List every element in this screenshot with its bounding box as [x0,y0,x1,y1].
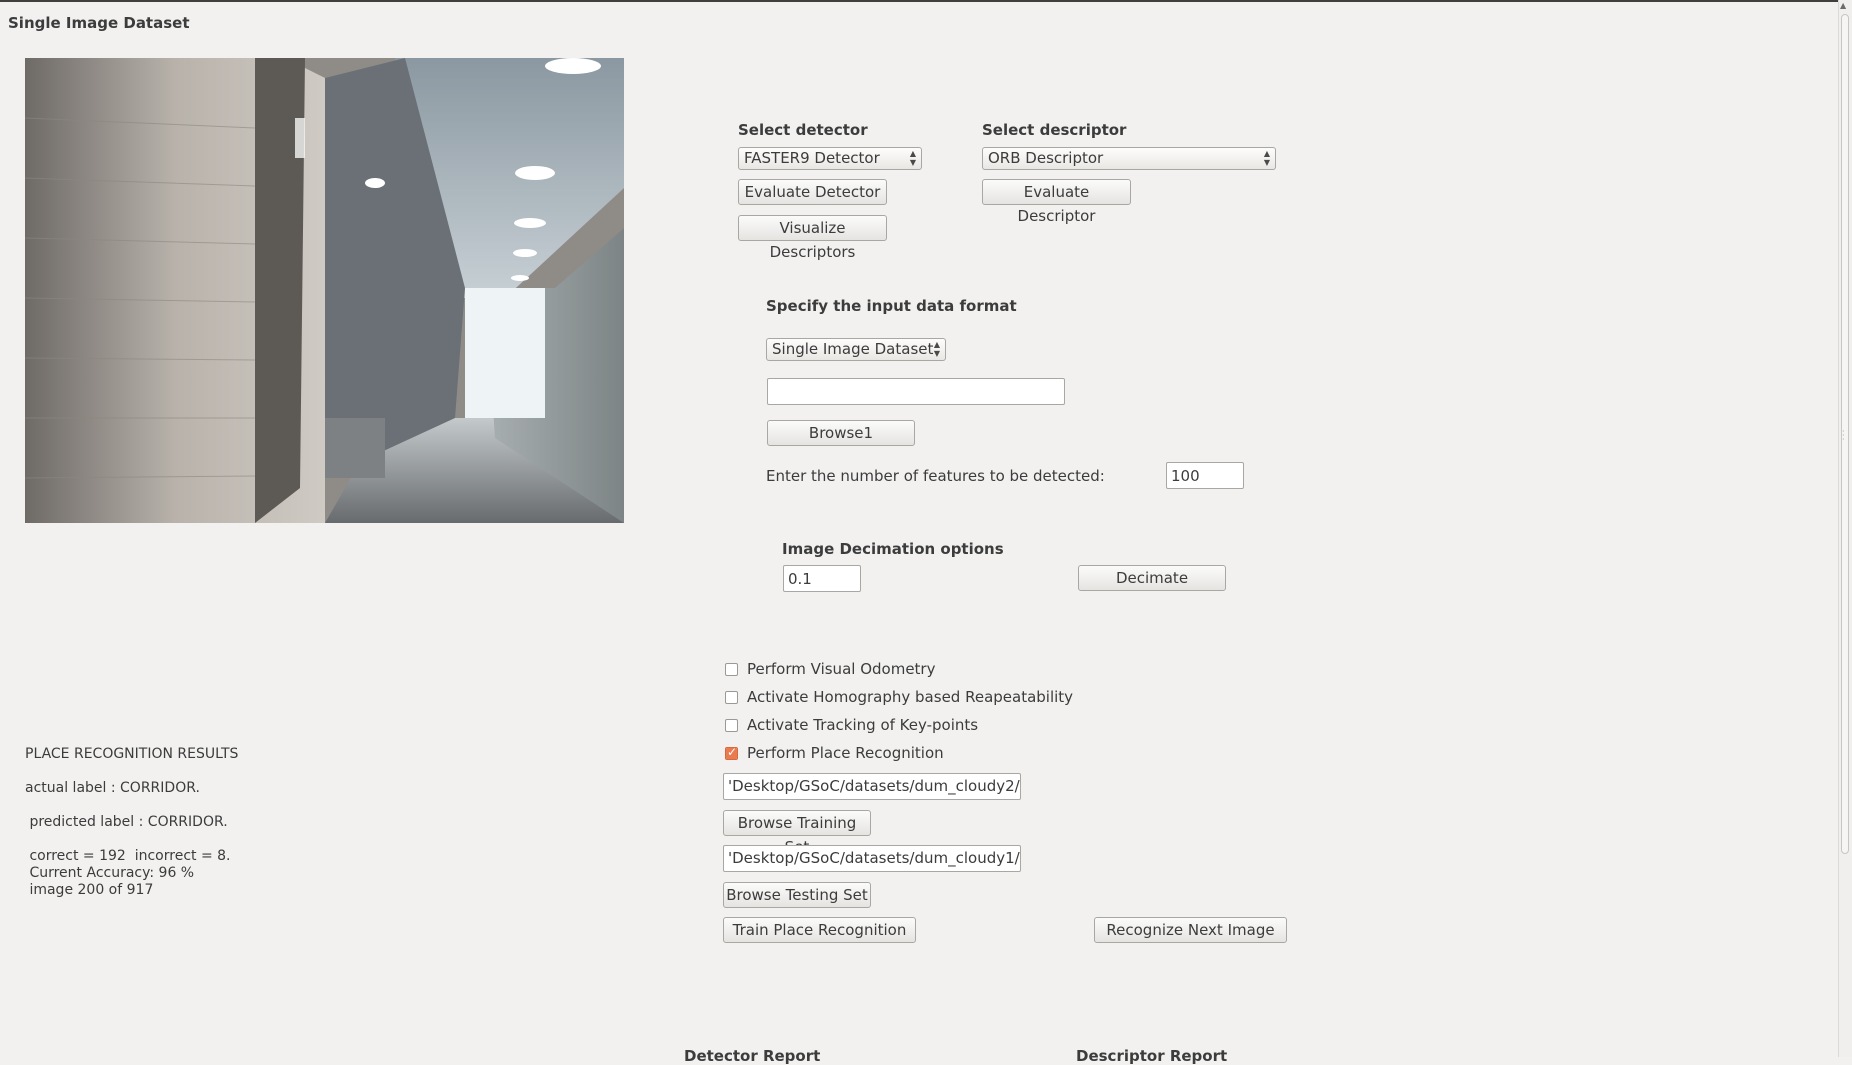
descriptor-heading: Select descriptor [982,121,1127,139]
browse-training-button[interactable]: Browse Training Set [723,810,871,856]
input-format-select-value: Single Image Dataset [772,340,934,358]
browse-testing-button[interactable]: Browse Testing Set [723,882,871,908]
detector-report-heading: Detector Report [684,1047,821,1065]
decimation-field[interactable] [783,565,861,592]
actual-label-text: actual label : CORRIDOR. [25,780,200,796]
counts-text: correct = 192 incorrect = 8. [25,848,231,864]
input-format-select[interactable]: Single Image Dataset ▲ ▼ [766,338,946,361]
image-index-text: image 200 of 917 [25,882,154,898]
features-label: Enter the number of features to be detec… [766,467,1105,485]
detector-select-value: FASTER9 Detector [744,149,880,167]
evaluate-descriptor-button[interactable]: Evaluate Descriptor [982,179,1131,225]
training-path-field[interactable]: 'Desktop/GSoC/datasets/dum_cloudy2/png [723,773,1021,800]
visual-odometry-checkbox[interactable] [725,663,738,676]
corridor-photo [25,58,624,523]
descriptor-select-value: ORB Descriptor [988,149,1104,167]
checkmark-icon: ✓ [727,745,738,759]
updown-arrows-icon: ▲ ▼ [1263,149,1270,167]
accuracy-text: Current Accuracy: 96 % [25,865,195,881]
window-title: Single Image Dataset [8,14,190,32]
tracking-checkbox[interactable] [725,719,738,732]
descriptor-report-heading: Descriptor Report [1076,1047,1228,1065]
detector-select[interactable]: FASTER9 Detector ▲ ▼ [738,147,922,170]
visual-odometry-label: Perform Visual Odometry [747,660,936,678]
grip-icon: · · · [1842,427,1845,444]
scroll-up-arrow-icon[interactable]: ▲ [1840,1,1846,10]
homography-checkbox[interactable] [725,691,738,704]
window-top-border [0,0,1852,2]
dataset-image [25,58,624,523]
train-place-recognition-button[interactable]: Train Place Recognition [723,917,916,943]
decimation-heading: Image Decimation options [782,540,1004,558]
detector-heading: Select detector [738,121,868,139]
updown-arrows-icon: ▲ ▼ [933,340,940,358]
predicted-label-text: predicted label : CORRIDOR. [25,814,228,830]
decimate-button[interactable]: Decimate [1078,565,1226,591]
visualize-descriptors-button[interactable]: Visualize Descriptors [738,215,887,261]
input-format-heading: Specify the input data format [766,297,1017,315]
place-recognition-label: Perform Place Recognition [747,744,944,762]
recognize-next-image-button[interactable]: Recognize Next Image [1094,917,1287,943]
tracking-label: Activate Tracking of Key-points [747,716,979,734]
features-count-field[interactable] [1166,462,1244,489]
place-recognition-checkbox[interactable]: ✓ [725,745,738,760]
updown-arrows-icon: ▲ ▼ [909,149,916,167]
homography-label: Activate Homography based Reapeatability [747,688,1074,706]
browse1-button[interactable]: Browse1 [767,420,915,446]
descriptor-select[interactable]: ORB Descriptor ▲ ▼ [982,147,1276,170]
evaluate-detector-button[interactable]: Evaluate Detector [738,179,887,205]
input-path-field[interactable] [767,378,1065,405]
results-heading: PLACE RECOGNITION RESULTS [25,746,239,762]
testing-path-field[interactable]: 'Desktop/GSoC/datasets/dum_cloudy1/png [723,845,1021,872]
